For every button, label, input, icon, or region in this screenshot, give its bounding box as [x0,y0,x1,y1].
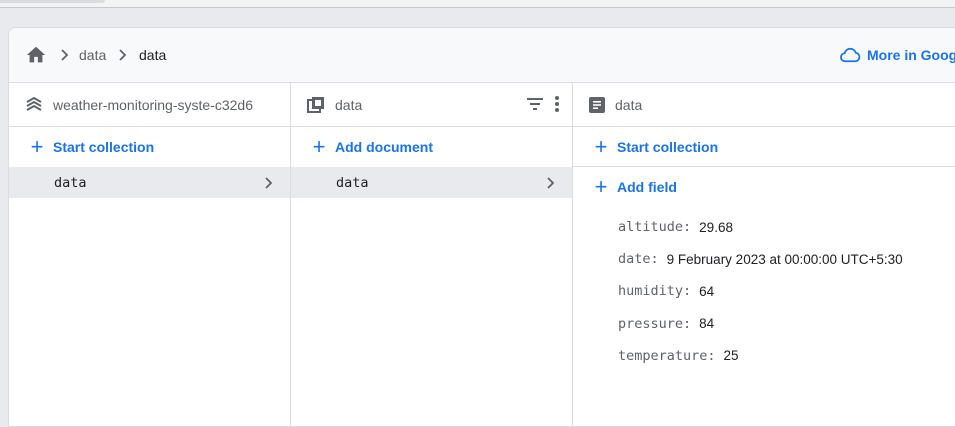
breadcrumb: data data More in Googl [9,28,955,83]
field-key: humidity [618,283,684,300]
root-column-header: weather-monitoring-syste-c32d6 [9,83,290,127]
plus-icon: + [594,133,608,159]
collection-column-header: data [291,83,572,127]
collection-column: data + Add document data [291,83,573,426]
collection-name: data [54,174,87,191]
chevron-right-icon [61,49,69,61]
field-list: altitude: 29.68 date: 9 February 2023 at… [573,207,955,372]
breadcrumb-item-current[interactable]: data [139,46,166,64]
collection-list-item[interactable]: data [9,167,290,198]
plus-icon: + [312,134,326,159]
field-key: temperature [618,347,708,364]
tab-hint [0,0,105,3]
add-field-label: Add field [617,179,677,195]
field-row[interactable]: humidity: 64 [618,275,955,307]
add-document-label: Add document [335,139,433,155]
document-icon [589,96,605,113]
add-document-button[interactable]: + Add document [291,127,572,167]
document-column: data + Start collection + Add field alti… [573,83,955,426]
field-row[interactable]: date: 9 February 2023 at 00:00:00 UTC+5:… [618,243,955,275]
cloud-icon [840,47,861,63]
start-collection-button[interactable]: + Start collection [9,127,290,167]
plus-icon: + [30,134,44,159]
chevron-right-icon [265,177,273,189]
start-subcollection-label: Start collection [617,138,719,155]
firestore-data-panel: data data More in Googl weather-monitori… [8,27,955,427]
field-key: altitude [618,219,684,236]
more-link-label: More in Googl [867,47,955,63]
more-in-google-cloud-link[interactable]: More in Googl [839,44,955,66]
project-title: weather-monitoring-syste-c32d6 [53,96,253,113]
chevron-right-icon [547,177,555,189]
field-value: 9 February 2023 at 00:00:00 UTC+5:30 [666,251,903,267]
root-column: weather-monitoring-syste-c32d6 + Start c… [9,83,291,426]
field-key: date [618,251,651,268]
start-subcollection-button[interactable]: + Start collection [573,127,955,167]
document-name: data [336,174,369,191]
field-row[interactable]: altitude: 29.68 [618,211,955,243]
document-title: data [615,96,643,113]
chevron-right-icon [119,49,127,61]
field-value: 84 [699,316,715,332]
collection-icon [307,96,324,113]
document-list-item[interactable]: data [291,167,572,198]
start-collection-label: Start collection [53,139,155,155]
document-column-header: data [573,83,955,127]
plus-icon: + [594,174,608,199]
field-row[interactable]: temperature: 25 [618,340,955,372]
home-icon[interactable] [25,44,47,66]
field-value: 29.68 [699,219,733,235]
field-key: pressure [618,315,684,332]
collection-title: data [335,96,363,113]
field-row[interactable]: pressure: 84 [618,308,955,340]
filter-icon[interactable] [526,95,544,113]
field-value: 25 [723,348,739,364]
breadcrumb-item-data[interactable]: data [79,46,106,64]
database-icon [26,96,42,111]
more-vert-icon[interactable] [554,95,560,113]
add-field-button[interactable]: + Add field [573,167,955,207]
field-value: 64 [699,283,715,299]
browser-top-strip [0,0,955,8]
